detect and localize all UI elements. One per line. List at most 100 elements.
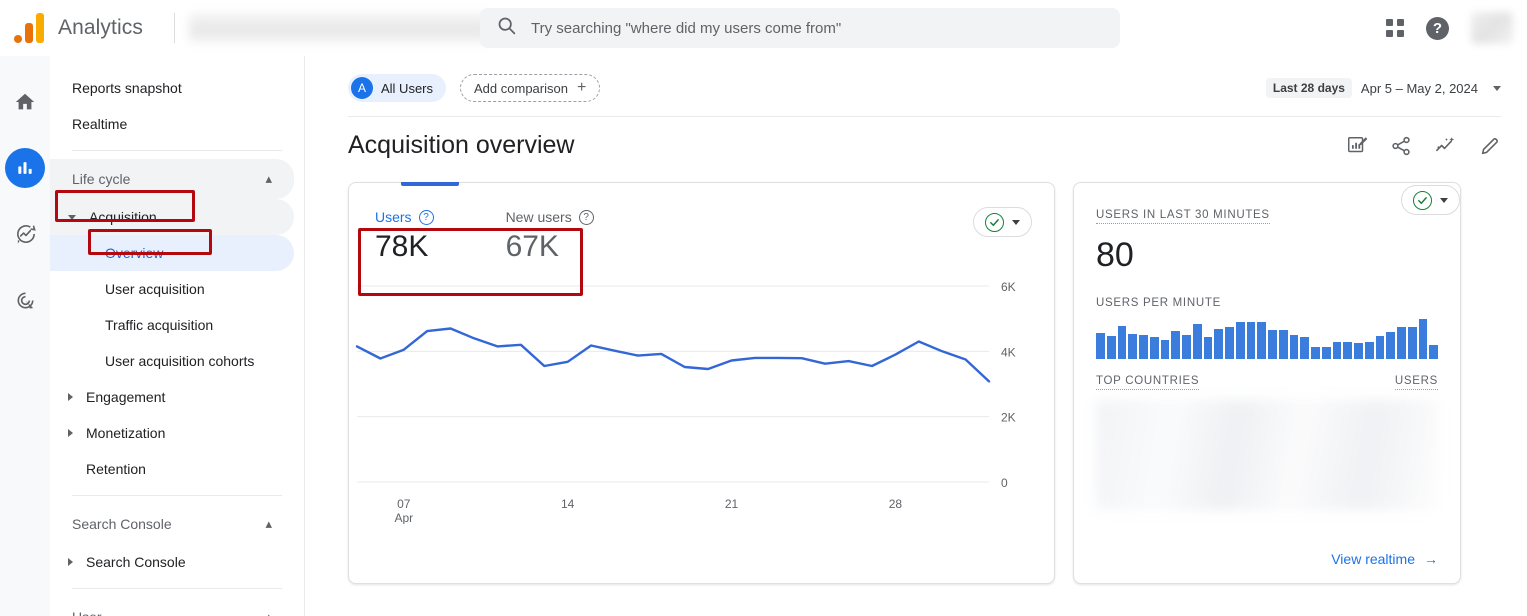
sidebar-item-search-console[interactable]: Search Console: [50, 544, 294, 580]
sidebar-item-user-acquisition-cohorts[interactable]: User acquisition cohorts: [50, 343, 294, 379]
sidebar-item-label: User acquisition: [105, 281, 205, 297]
advertising-target-icon: [14, 289, 37, 312]
search-container: [480, 8, 1120, 48]
title-row: Acquisition overview: [306, 117, 1527, 160]
sidebar-divider: [72, 495, 282, 496]
account-property-selector[interactable]: [189, 13, 489, 43]
bar-chart-icon: [15, 158, 35, 178]
sidebar-item-engagement[interactable]: Engagement: [50, 379, 294, 415]
bar: [1106, 336, 1116, 359]
sidebar-item-traffic-acquisition[interactable]: Traffic acquisition: [50, 307, 294, 343]
sidebar-item-label: Realtime: [72, 116, 128, 132]
users-line-chart: 0 2K 4K 6K 07 Apr 14 21 28: [349, 274, 1056, 524]
sidebar-item-label: Monetization: [86, 425, 166, 441]
chevron-down-icon: [1440, 197, 1448, 203]
sidebar-item-retention[interactable]: Retention: [50, 451, 294, 487]
sidebar-item-user-acquisition[interactable]: User acquisition: [50, 271, 294, 307]
search-icon: [496, 15, 517, 41]
bar: [1418, 319, 1428, 359]
app-header: Analytics ?: [0, 0, 1527, 56]
svg-text:4K: 4K: [1001, 345, 1016, 359]
edit-pencil-icon[interactable]: [1479, 135, 1501, 157]
add-comparison-button[interactable]: Add comparison +: [460, 74, 601, 102]
caret-down-icon: [68, 214, 76, 220]
bar: [1225, 326, 1234, 359]
chevron-down-icon: [1493, 85, 1501, 91]
metric-label: New users: [505, 209, 572, 225]
sidebar-divider: [72, 588, 282, 589]
top-countries-list: [1096, 400, 1438, 510]
sidebar-divider: [72, 150, 282, 151]
search-box[interactable]: [480, 8, 1120, 48]
sidebar-item-realtime[interactable]: Realtime: [50, 106, 294, 142]
acquisition-overview-card: Users ? 78K New users ? 67K 0 2K 4K 6K 0…: [348, 182, 1055, 584]
svg-text:07: 07: [397, 497, 411, 511]
sidebar-section-user[interactable]: User ▴: [50, 597, 294, 616]
rail-item-home[interactable]: [5, 82, 45, 122]
caret-right-icon: [68, 558, 73, 566]
plus-icon: +: [576, 79, 587, 96]
sidebar-item-reports-snapshot[interactable]: Reports snapshot: [50, 70, 294, 106]
insights-chart-icon[interactable]: [1346, 135, 1368, 157]
bar: [1311, 347, 1320, 359]
rail-item-advertising[interactable]: [5, 280, 45, 320]
bar: [1332, 342, 1342, 359]
bar: [1246, 322, 1256, 359]
users-per-minute-label: USERS PER MINUTE: [1096, 297, 1221, 309]
bar: [1096, 333, 1105, 359]
bar: [1257, 322, 1266, 359]
svg-text:2K: 2K: [1001, 411, 1016, 425]
top-countries-header: TOP COUNTRIES USERS: [1096, 375, 1438, 390]
page-title: Acquisition overview: [348, 131, 575, 159]
explore-icon: [14, 223, 37, 246]
icon-rail: [0, 56, 50, 616]
sidebar-section-label: Life cycle: [72, 171, 131, 187]
sidebar-item-acquisition[interactable]: Acquisition: [50, 199, 294, 235]
bar: [1407, 327, 1417, 359]
ai-insights-icon[interactable]: [1434, 134, 1457, 157]
share-icon[interactable]: [1390, 135, 1412, 157]
sidebar-section-label: Search Console: [72, 516, 172, 532]
bar: [1117, 325, 1127, 359]
svg-text:Apr: Apr: [394, 511, 413, 524]
realtime-card: USERS IN LAST 30 MINUTES 80 USERS PER MI…: [1073, 182, 1461, 584]
bar: [1300, 337, 1309, 359]
metric-label: Users: [375, 209, 412, 225]
rail-item-explore[interactable]: [5, 214, 45, 254]
sidebar-item-overview[interactable]: Overview: [50, 235, 294, 271]
date-range-picker[interactable]: Last 28 days Apr 5 – May 2, 2024: [1265, 78, 1501, 98]
brand[interactable]: Analytics: [0, 13, 170, 43]
bar: [1429, 344, 1438, 359]
check-circle-icon: [985, 212, 1004, 232]
metric-value: 67K: [505, 230, 559, 263]
data-quality-badge[interactable]: [973, 207, 1032, 237]
comparison-bar: A All Users Add comparison + Last 28 day…: [306, 56, 1527, 102]
bar: [1128, 334, 1137, 359]
chevron-up-icon: ▴: [265, 609, 272, 616]
realtime-quality-badge[interactable]: [1401, 185, 1460, 215]
svg-text:21: 21: [725, 497, 739, 511]
rail-item-reports[interactable]: [5, 148, 45, 188]
svg-text:28: 28: [889, 497, 903, 511]
header-actions: ?: [1386, 0, 1513, 56]
help-icon[interactable]: ?: [418, 209, 434, 225]
all-users-chip[interactable]: A All Users: [348, 74, 447, 102]
bar: [1192, 324, 1202, 359]
help-icon[interactable]: ?: [1426, 16, 1449, 40]
apps-grid-icon[interactable]: [1386, 19, 1404, 37]
help-icon[interactable]: ?: [578, 209, 594, 225]
sidebar-section-life-cycle[interactable]: Life cycle ▴: [50, 159, 294, 199]
search-input[interactable]: [531, 19, 1104, 37]
sidebar-section-search-console[interactable]: Search Console ▴: [50, 504, 294, 544]
metric-users[interactable]: Users ? 78K: [375, 209, 434, 264]
sidebar-item-monetization[interactable]: Monetization: [50, 415, 294, 451]
bar: [1182, 335, 1191, 359]
view-realtime-link[interactable]: View realtime →: [1331, 551, 1438, 567]
sidebar-nav: Reports snapshot Realtime Life cycle ▴ A…: [50, 56, 305, 616]
cards-row: Users ? 78K New users ? 67K 0 2K 4K 6K 0…: [306, 160, 1527, 584]
svg-text:0: 0: [1001, 476, 1008, 490]
avatar[interactable]: [1471, 12, 1513, 44]
check-circle-icon: [1413, 190, 1432, 210]
metric-new-users[interactable]: New users ? 67K: [506, 209, 594, 264]
bar: [1278, 329, 1288, 359]
